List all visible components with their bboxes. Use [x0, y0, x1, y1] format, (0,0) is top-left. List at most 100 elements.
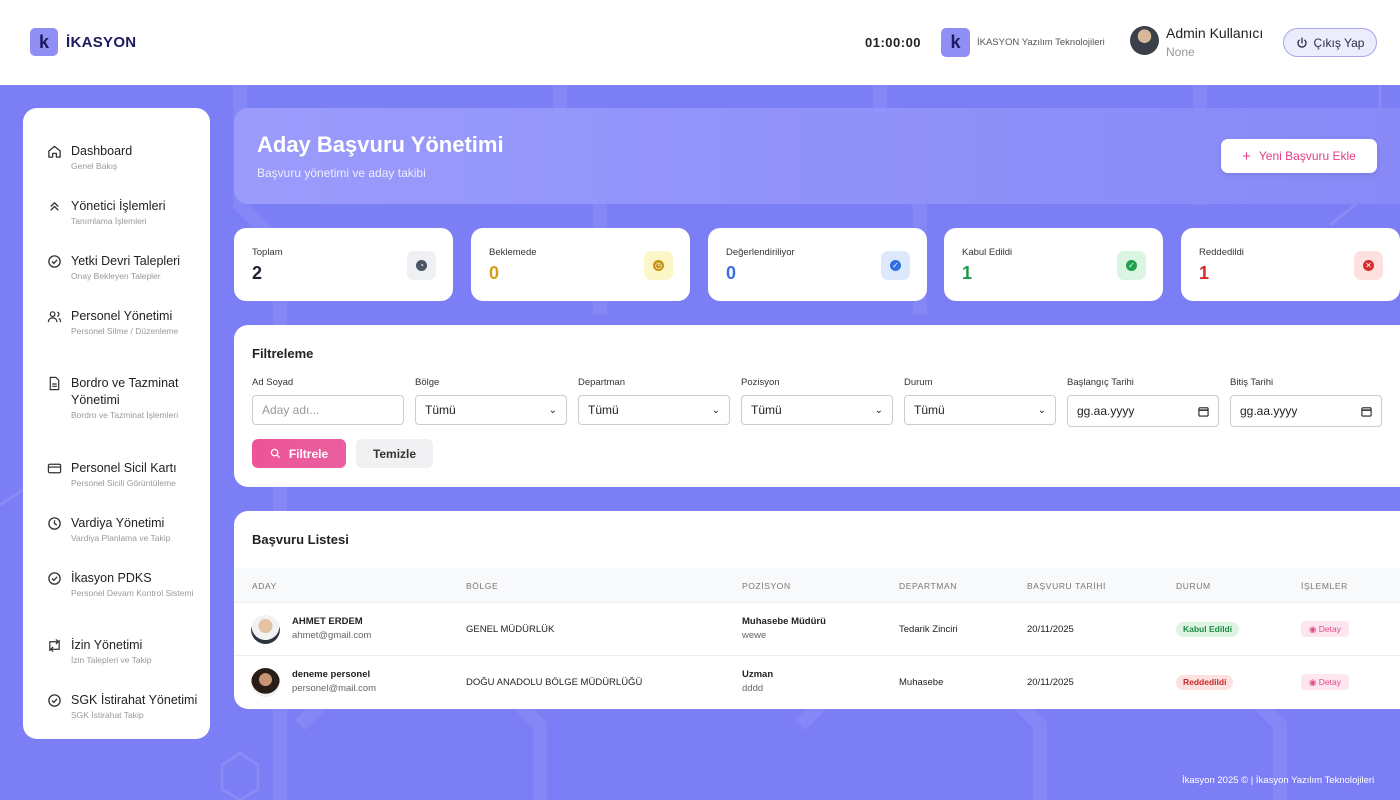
logo-mark-icon: k [30, 28, 58, 56]
candidate-department: Tedarik Zinciri [899, 624, 958, 635]
stat-title: Toplam [252, 247, 283, 258]
detail-label: Detay [1318, 677, 1341, 687]
new-application-button[interactable]: + Yeni Başvuru Ekle [1221, 139, 1377, 173]
chevron-down-icon: ⌄ [548, 404, 557, 416]
stat-title: Beklemede [489, 247, 537, 258]
column-header: ADAY [252, 581, 277, 591]
department-select[interactable]: Tümü ⌄ [578, 395, 730, 425]
sidebar-item-label: Yetki Devri Talepleri [71, 254, 181, 268]
plus-icon: + [1242, 147, 1251, 165]
sidebar: Dashboard Genel Bakış Yönetici İşlemleri T… [23, 108, 210, 739]
detail-button[interactable]: ◉ Detay [1301, 621, 1349, 637]
column-header: DEPARTMAN [899, 581, 957, 591]
search-icon [270, 448, 280, 459]
company-logo-icon: k [941, 28, 970, 57]
column-header: POZİSYON [742, 581, 791, 591]
sidebar-item-bordro[interactable]: Bordro ve Tazminat Yönetimi Bordro ve Taz… [23, 375, 210, 460]
new-application-label: Yeni Başvuru Ekle [1258, 149, 1356, 163]
filter-button[interactable]: Filtrele [252, 439, 346, 468]
stat-card-rejected: Reddedildi 1 ✕ [1181, 228, 1400, 301]
candidate-avatar [251, 615, 280, 644]
sidebar-item-label: SGK İstirahat Yönetimi [71, 693, 198, 707]
status-select[interactable]: Tümü ⌄ [904, 395, 1056, 425]
power-icon [1296, 37, 1307, 48]
check-circle-icon [48, 694, 61, 707]
top-bar: k İKASYON 01:00:00 k İKASYON Yazılım Tek… [0, 0, 1400, 85]
calendar-icon[interactable] [1361, 406, 1372, 417]
start-date-input[interactable]: gg.aa.yyyy [1067, 395, 1219, 427]
sidebar-item-dashboard[interactable]: Dashboard Genel Bakış [23, 143, 210, 198]
start-date-value: gg.aa.yyyy [1077, 404, 1135, 418]
footer-text: İkasyon 2025 © | İkasyon Yazılım Teknolo… [1182, 775, 1375, 786]
detail-label: Detay [1318, 624, 1341, 634]
sidebar-item-personel[interactable]: Personel Yönetimi Personel Silme / Düzenl… [23, 308, 210, 375]
eye-icon: ◉ [1309, 624, 1319, 634]
sidebar-item-vardiya[interactable]: Vardiya Yönetimi Vardiya Planlama ve Taki… [23, 515, 210, 570]
end-date-input[interactable]: gg.aa.yyyy [1230, 395, 1382, 427]
swap-icon [49, 638, 60, 653]
application-list-panel: Başvuru Listesi ADAY BÖLGE POZİSYON DEPA… [234, 511, 1400, 709]
chevron-down-icon: ⌄ [1037, 404, 1046, 416]
sidebar-item-pdks[interactable]: İkasyon PDKS Personel Devam Kontrol Siste… [23, 570, 210, 637]
app-logo[interactable]: k İKASYON [30, 28, 136, 56]
sidebar-item-label: İzin Yönetimi [71, 638, 143, 652]
filter-panel: Filtreleme Ad Soyad Aday adı... Bölge Tü… [234, 325, 1400, 487]
end-date-value: gg.aa.yyyy [1240, 404, 1298, 418]
clear-button[interactable]: Temizle [356, 439, 433, 468]
clear-button-label: Temizle [372, 446, 417, 461]
detail-button[interactable]: ◉ Detay [1301, 674, 1349, 690]
sidebar-item-label: Yönetici İşlemleri [71, 199, 166, 213]
candidate-department: Muhasebe [899, 677, 944, 688]
sidebar-item-yetki-devri[interactable]: Yetki Devri Talepleri Onay Bekleyen Talep… [23, 253, 210, 308]
document-icon [49, 376, 60, 391]
sidebar-item-sub: Bordro ve Tazminat İşlemleri [71, 410, 179, 420]
sidebar-item-sicil[interactable]: Personel Sicil Kartı Personel Sicili Görü… [23, 460, 210, 515]
candidate-email: personel@mail.com [292, 683, 377, 694]
table-row[interactable]: AHMET ERDEM ahmet@gmail.com GENEL MÜDÜRL… [234, 603, 1400, 656]
sidebar-item-label: Personel Sicil Kartı [71, 461, 177, 475]
region-select[interactable]: Tümü ⌄ [415, 395, 567, 425]
status-value: Tümü [914, 403, 945, 417]
sidebar-item-sub: Vardiya Planlama ve Takip [71, 533, 171, 543]
stat-title: Değerlendiriliyor [726, 247, 795, 258]
sidebar-item-sgk[interactable]: SGK İstirahat Yönetimi SGK İstirahat Taki… [23, 692, 210, 739]
user-menu[interactable]: Admin Kullanıcı None [1130, 26, 1263, 59]
candidate-region: DOĞU ANADOLU BÖLGE MÜDÜRLÜĞÜ [466, 677, 643, 688]
stat-value: 1 [1199, 263, 1210, 283]
company-info: k İKASYON Yazılım Teknolojileri [941, 28, 1105, 57]
candidate-name: deneme personel [292, 669, 371, 680]
list-title: Başvuru Listesi [252, 532, 349, 547]
sidebar-item-label: Personel Yönetimi [71, 309, 173, 323]
sidebar-item-sub: Personel Sicili Görüntüleme [71, 478, 176, 488]
filter-label-end-date: Bitiş Tarihi [1230, 377, 1274, 388]
app-name: İKASYON [66, 33, 137, 51]
sidebar-item-sub: SGK İstirahat Takip [71, 710, 144, 720]
calendar-icon[interactable] [1198, 406, 1209, 417]
logout-label: Çıkış Yap [1313, 35, 1365, 50]
name-search-input[interactable]: Aday adı... [252, 395, 404, 425]
filter-button-label: Filtrele [288, 446, 329, 461]
table-row[interactable]: deneme personel personel@mail.com DOĞU A… [234, 656, 1400, 709]
session-timer: 01:00:00 [865, 35, 922, 50]
candidate-email: ahmet@gmail.com [292, 630, 372, 641]
page-subtitle: Başvuru yönetimi ve aday takibi [257, 166, 426, 180]
candidate-position-note: dddd [742, 683, 764, 694]
filter-label-department: Departman [578, 377, 625, 388]
column-header: DURUM [1176, 581, 1211, 591]
check-icon: ✓ [1117, 251, 1146, 280]
stat-value: 0 [489, 263, 500, 283]
position-select[interactable]: Tümü ⌄ [741, 395, 893, 425]
sidebar-item-yonetici[interactable]: Yönetici İşlemleri Tanımlama İşlemleri [23, 198, 210, 253]
company-name: İKASYON Yazılım Teknolojileri [977, 37, 1105, 48]
filter-label-position: Pozisyon [741, 377, 780, 388]
sidebar-item-izin[interactable]: İzin Yönetimi İzin Talepleri ve Takip [23, 637, 210, 692]
sidebar-item-sub: Personel Devam Kontrol Sistemi [71, 588, 194, 598]
sidebar-item-sub: Genel Bakış [71, 161, 118, 171]
stat-card-pending: Beklemede 0 ◷ [471, 228, 690, 301]
sidebar-item-label: Vardiya Yönetimi [71, 516, 165, 530]
candidate-position: Uzman [742, 669, 774, 680]
stat-value: 1 [962, 263, 973, 283]
sidebar-item-sub: Onay Bekleyen Talepler [71, 271, 161, 281]
column-header: İŞLEMLER [1301, 581, 1348, 591]
logout-button[interactable]: Çıkış Yap [1283, 28, 1377, 57]
